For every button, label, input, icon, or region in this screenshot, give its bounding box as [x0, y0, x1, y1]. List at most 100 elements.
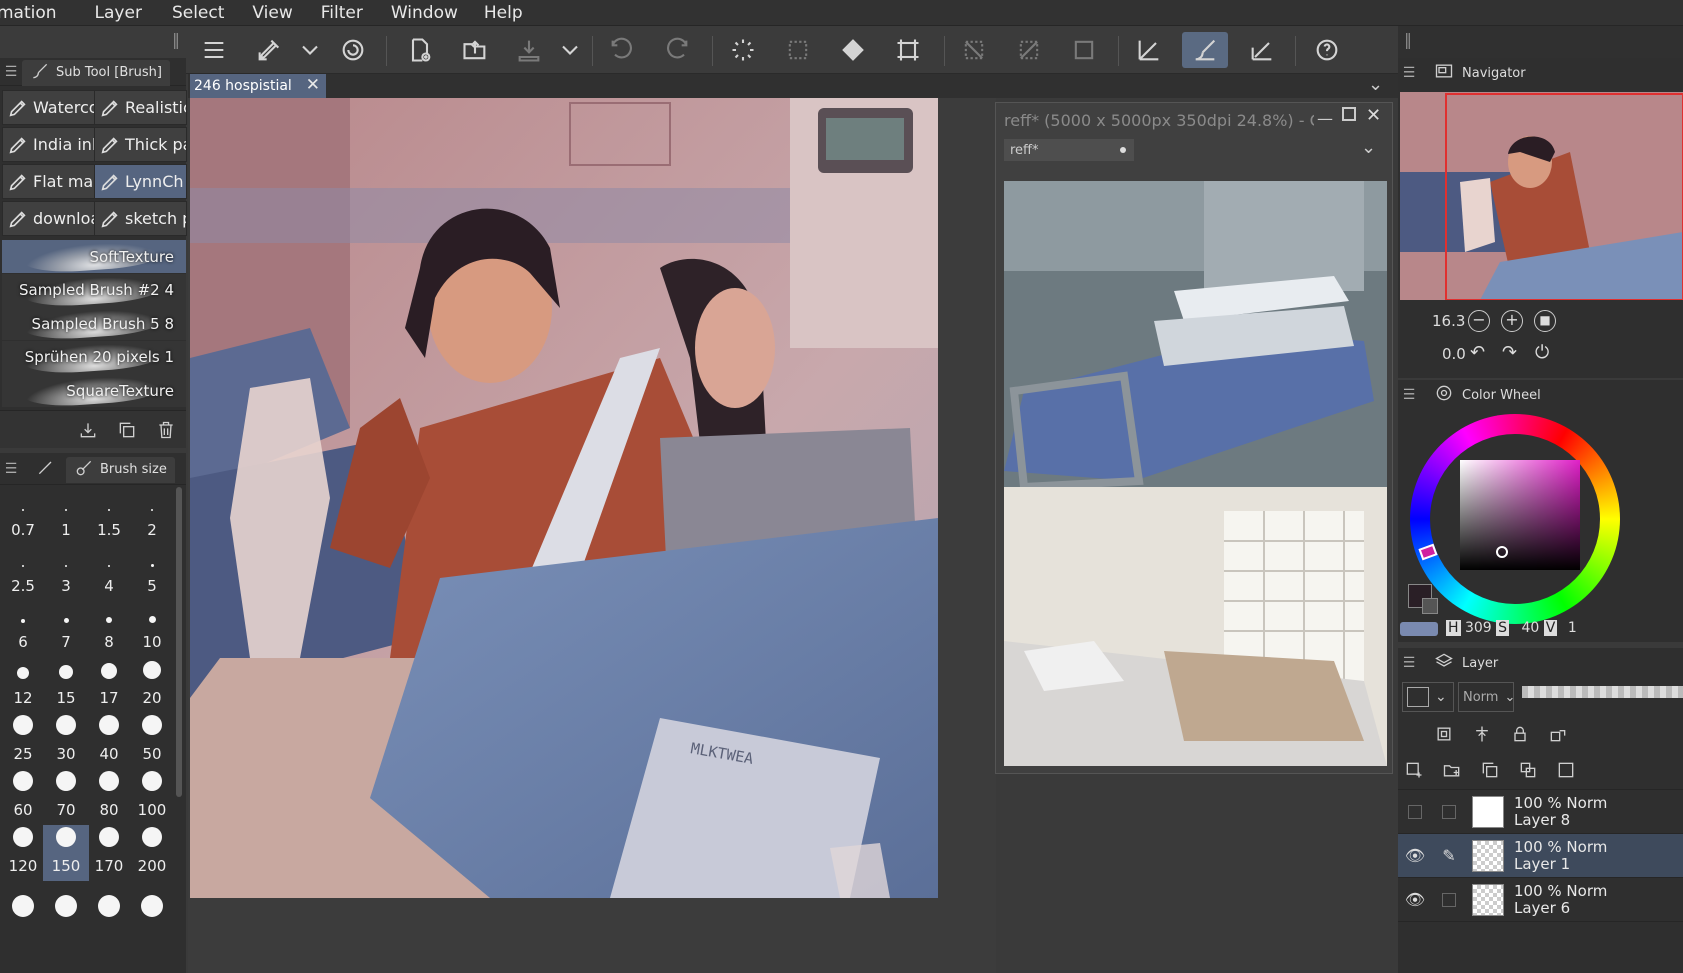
menu-help[interactable]: Help — [484, 3, 545, 23]
brush-size-option[interactable]: 10 — [129, 601, 175, 657]
brush-size-option[interactable]: 40 — [86, 713, 132, 769]
sub-color-swatch[interactable] — [1422, 598, 1438, 614]
save-icon[interactable] — [510, 32, 548, 68]
eraser-tool-icon[interactable] — [1243, 32, 1281, 68]
zoom-in-icon[interactable]: + — [1501, 310, 1523, 332]
pen-icon[interactable] — [36, 457, 56, 481]
brush-size-option[interactable]: 12 — [0, 657, 46, 713]
copy-layer-icon[interactable] — [1480, 760, 1500, 784]
crop-icon[interactable] — [1065, 32, 1103, 68]
brush-size-option[interactable]: 60 — [0, 769, 46, 825]
duplicate-icon[interactable] — [117, 420, 137, 444]
panel-menu-icon[interactable]: ☰ — [1398, 655, 1420, 671]
navigator-preview[interactable] — [1400, 92, 1683, 300]
redo-icon[interactable] — [658, 32, 696, 68]
layer-row[interactable]: 👁 ✎ 100 % Norm Layer 1 — [1398, 834, 1683, 878]
brush-tool-icon[interactable] — [1182, 32, 1228, 68]
color-picker-cursor[interactable] — [1496, 546, 1508, 558]
brush-size-option[interactable]: 3 — [43, 545, 89, 601]
brush-stroke-item[interactable]: Sampled Brush #2 4 — [2, 273, 186, 307]
tab-document[interactable]: 246 hospistial ✕ — [190, 74, 326, 98]
download-icon[interactable] — [78, 420, 98, 444]
reference-layer-icon[interactable] — [1434, 724, 1454, 748]
brush-size-dot[interactable] — [12, 895, 34, 917]
brush-item[interactable]: Watercolor — [2, 90, 95, 125]
chevron-down-icon[interactable]: ⌄ — [1361, 137, 1376, 158]
brush-size-option[interactable]: 30 — [43, 713, 89, 769]
lock-toggle[interactable] — [1432, 804, 1466, 819]
brush-item[interactable]: India ink — [2, 127, 95, 162]
brush-size-option[interactable]: 5 — [129, 545, 175, 601]
brush-size-option[interactable]: 15 — [43, 657, 89, 713]
panel-menu-icon[interactable]: ☰ — [1398, 387, 1420, 403]
minimize-icon[interactable]: — — [1317, 109, 1333, 128]
quick-access-icon[interactable] — [250, 32, 288, 68]
menu-animation[interactable]: mation — [0, 3, 79, 23]
lock-icon[interactable] — [1510, 724, 1530, 748]
clip-icon[interactable] — [1472, 724, 1492, 748]
dock-grip-icon[interactable]: ‖ — [172, 30, 180, 49]
brush-size-option[interactable]: 200 — [129, 825, 175, 881]
brush-size-option[interactable]: 6 — [0, 601, 46, 657]
brush-size-dot[interactable] — [98, 895, 120, 917]
new-layer-icon[interactable] — [1404, 760, 1424, 784]
brush-size-option[interactable]: 1.5 — [86, 489, 132, 545]
brush-size-option[interactable]: 0.7 — [0, 489, 46, 545]
brush-size-option[interactable]: 80 — [86, 769, 132, 825]
panel-menu-icon[interactable]: ☰ — [1398, 65, 1420, 81]
artwork-canvas[interactable]: MLKTWEA — [190, 98, 938, 898]
brush-size-option[interactable]: 70 — [43, 769, 89, 825]
brush-size-option[interactable]: 20 — [129, 657, 175, 713]
reset-rotation-icon[interactable]: ⏻ — [1535, 342, 1549, 363]
pen-tool-icon[interactable] — [1130, 32, 1168, 68]
transparent-color-icon[interactable] — [1400, 622, 1438, 636]
brush-size-option[interactable]: 7 — [43, 601, 89, 657]
brush-item[interactable]: Thick paint — [94, 127, 187, 162]
brush-size-option[interactable]: 1 — [43, 489, 89, 545]
brush-stroke-item[interactable]: SoftTexture — [2, 240, 186, 273]
eye-icon[interactable]: 👁 — [1398, 846, 1432, 865]
chevron-down-icon[interactable]: ⌄ — [1368, 74, 1383, 95]
spiral-icon[interactable] — [334, 32, 372, 68]
layer-row[interactable]: 100 % Norm Layer 8 — [1398, 790, 1683, 834]
fit-icon[interactable]: ■ — [1534, 310, 1556, 332]
brush-size-option[interactable]: 150 — [43, 825, 89, 881]
brush-size-option[interactable]: 2 — [129, 489, 175, 545]
layer-row[interactable]: 👁 100 % Norm Layer 6 — [1398, 878, 1683, 922]
brush-size-option[interactable]: 8 — [86, 601, 132, 657]
brush-size-dot[interactable] — [141, 895, 163, 917]
brush-item[interactable]: LynnCh — [94, 164, 187, 199]
help-icon[interactable] — [1308, 32, 1346, 68]
undo-icon[interactable] — [603, 32, 641, 68]
subtool-tab[interactable]: Sub Tool [Brush] — [22, 59, 170, 86]
opacity-slider[interactable] — [1522, 686, 1683, 698]
brush-size-option[interactable]: 2.5 — [0, 545, 46, 601]
brush-size-option[interactable]: 17 — [86, 657, 132, 713]
brush-item[interactable]: download — [2, 201, 95, 236]
brush-item[interactable]: Flat marker — [2, 164, 95, 199]
new-folder-icon[interactable] — [1442, 760, 1462, 784]
brush-size-option[interactable]: 50 — [129, 713, 175, 769]
brush-item[interactable]: Realistic — [94, 90, 187, 125]
menu-layer[interactable]: Layer — [95, 3, 164, 23]
reference-image[interactable] — [1004, 181, 1387, 766]
brush-stroke-item[interactable]: SquareTexture — [2, 374, 186, 407]
close-icon[interactable]: ✕ — [306, 75, 320, 95]
brush-stroke-item[interactable]: Sprühen 20 pixels 1 — [2, 340, 186, 374]
chevron-down-icon[interactable] — [553, 32, 587, 68]
brush-size-option[interactable]: 25 — [0, 713, 46, 769]
trash-icon[interactable] — [156, 420, 176, 444]
invert-selection-icon[interactable] — [1010, 32, 1048, 68]
clear-selection-icon[interactable] — [955, 32, 993, 68]
layer-more-icon[interactable] — [1556, 760, 1576, 784]
tab-reference[interactable]: reff* — [1004, 139, 1134, 161]
visibility-toggle[interactable] — [1398, 804, 1432, 819]
brush-size-option[interactable]: 4 — [86, 545, 132, 601]
rotate-left-icon[interactable]: ↶ — [1470, 342, 1485, 363]
fill-icon[interactable] — [834, 32, 872, 68]
loading-icon[interactable] — [724, 32, 762, 68]
saturation-value-box[interactable] — [1460, 460, 1580, 570]
maximize-icon[interactable] — [1342, 107, 1356, 121]
menu-window[interactable]: Window — [391, 3, 480, 23]
menu-select[interactable]: Select — [172, 3, 246, 23]
